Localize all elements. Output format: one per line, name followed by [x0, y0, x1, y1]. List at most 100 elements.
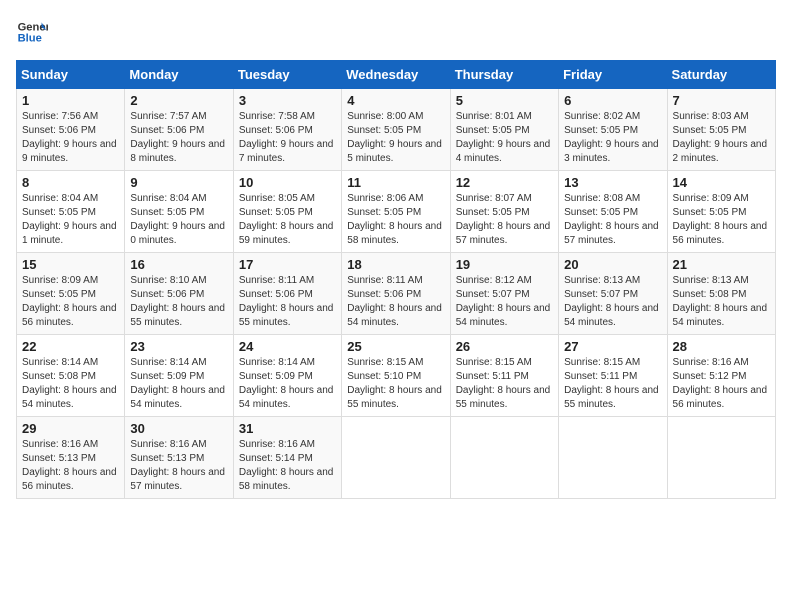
day-info: Sunrise: 8:09 AM Sunset: 5:05 PM Dayligh… — [673, 192, 770, 248]
calendar-table: SundayMondayTuesdayWednesdayThursdayFrid… — [16, 60, 776, 499]
day-number: 1 — [22, 93, 119, 108]
day-info: Sunrise: 8:07 AM Sunset: 5:05 PM Dayligh… — [456, 192, 553, 248]
day-info: Sunrise: 8:15 AM Sunset: 5:11 PM Dayligh… — [564, 356, 661, 412]
day-info: Sunrise: 8:11 AM Sunset: 5:06 PM Dayligh… — [347, 274, 444, 330]
calendar-cell: 9 Sunrise: 8:04 AM Sunset: 5:05 PM Daylig… — [125, 171, 233, 253]
day-number: 20 — [564, 257, 661, 272]
day-number: 2 — [130, 93, 227, 108]
day-info: Sunrise: 8:14 AM Sunset: 5:08 PM Dayligh… — [22, 356, 119, 412]
day-number: 17 — [239, 257, 336, 272]
calendar-cell: 26 Sunrise: 8:15 AM Sunset: 5:11 PM Dayli… — [450, 335, 558, 417]
svg-text:Blue: Blue — [18, 33, 42, 45]
calendar-cell — [667, 417, 775, 499]
day-info: Sunrise: 8:15 AM Sunset: 5:10 PM Dayligh… — [347, 356, 444, 412]
day-number: 23 — [130, 339, 227, 354]
logo: General Blue — [16, 16, 52, 48]
dow-header-wednesday: Wednesday — [342, 61, 450, 89]
day-info: Sunrise: 8:13 AM Sunset: 5:07 PM Dayligh… — [564, 274, 661, 330]
calendar-cell: 19 Sunrise: 8:12 AM Sunset: 5:07 PM Dayli… — [450, 253, 558, 335]
day-info: Sunrise: 8:04 AM Sunset: 5:05 PM Dayligh… — [22, 192, 119, 248]
dow-header-friday: Friday — [559, 61, 667, 89]
day-number: 9 — [130, 175, 227, 190]
day-number: 18 — [347, 257, 444, 272]
page-header: General Blue — [16, 16, 776, 48]
calendar-cell: 17 Sunrise: 8:11 AM Sunset: 5:06 PM Dayli… — [233, 253, 341, 335]
calendar-cell: 27 Sunrise: 8:15 AM Sunset: 5:11 PM Dayli… — [559, 335, 667, 417]
day-info: Sunrise: 8:00 AM Sunset: 5:05 PM Dayligh… — [347, 110, 444, 166]
day-info: Sunrise: 8:16 AM Sunset: 5:12 PM Dayligh… — [673, 356, 770, 412]
day-info: Sunrise: 8:08 AM Sunset: 5:05 PM Dayligh… — [564, 192, 661, 248]
calendar-cell: 14 Sunrise: 8:09 AM Sunset: 5:05 PM Dayli… — [667, 171, 775, 253]
calendar-cell: 22 Sunrise: 8:14 AM Sunset: 5:08 PM Dayli… — [17, 335, 125, 417]
day-number: 8 — [22, 175, 119, 190]
day-number: 14 — [673, 175, 770, 190]
day-info: Sunrise: 7:56 AM Sunset: 5:06 PM Dayligh… — [22, 110, 119, 166]
day-number: 4 — [347, 93, 444, 108]
day-number: 7 — [673, 93, 770, 108]
day-info: Sunrise: 8:03 AM Sunset: 5:05 PM Dayligh… — [673, 110, 770, 166]
day-number: 22 — [22, 339, 119, 354]
calendar-cell: 23 Sunrise: 8:14 AM Sunset: 5:09 PM Dayli… — [125, 335, 233, 417]
logo-icon: General Blue — [16, 16, 48, 48]
day-info: Sunrise: 8:13 AM Sunset: 5:08 PM Dayligh… — [673, 274, 770, 330]
day-number: 19 — [456, 257, 553, 272]
calendar-cell: 18 Sunrise: 8:11 AM Sunset: 5:06 PM Dayli… — [342, 253, 450, 335]
day-number: 3 — [239, 93, 336, 108]
dow-header-monday: Monday — [125, 61, 233, 89]
calendar-cell: 29 Sunrise: 8:16 AM Sunset: 5:13 PM Dayli… — [17, 417, 125, 499]
day-info: Sunrise: 8:10 AM Sunset: 5:06 PM Dayligh… — [130, 274, 227, 330]
day-number: 6 — [564, 93, 661, 108]
calendar-cell: 16Sunrise: 8:10 AM Sunset: 5:06 PM Dayli… — [125, 253, 233, 335]
calendar-cell: 12 Sunrise: 8:07 AM Sunset: 5:05 PM Dayli… — [450, 171, 558, 253]
day-info: Sunrise: 8:04 AM Sunset: 5:05 PM Dayligh… — [130, 192, 227, 248]
day-number: 13 — [564, 175, 661, 190]
dow-header-saturday: Saturday — [667, 61, 775, 89]
day-info: Sunrise: 8:01 AM Sunset: 5:05 PM Dayligh… — [456, 110, 553, 166]
day-number: 27 — [564, 339, 661, 354]
calendar-cell: 7 Sunrise: 8:03 AM Sunset: 5:05 PM Daylig… — [667, 89, 775, 171]
day-number: 26 — [456, 339, 553, 354]
day-info: Sunrise: 8:14 AM Sunset: 5:09 PM Dayligh… — [239, 356, 336, 412]
day-info: Sunrise: 8:14 AM Sunset: 5:09 PM Dayligh… — [130, 356, 227, 412]
day-info: Sunrise: 8:02 AM Sunset: 5:05 PM Dayligh… — [564, 110, 661, 166]
calendar-cell: 15Sunrise: 8:09 AM Sunset: 5:05 PM Dayli… — [17, 253, 125, 335]
day-number: 21 — [673, 257, 770, 272]
calendar-cell: 11 Sunrise: 8:06 AM Sunset: 5:05 PM Dayli… — [342, 171, 450, 253]
calendar-cell: 2 Sunrise: 7:57 AM Sunset: 5:06 PM Daylig… — [125, 89, 233, 171]
day-number: 31 — [239, 421, 336, 436]
calendar-cell — [450, 417, 558, 499]
day-number: 5 — [456, 93, 553, 108]
day-number: 24 — [239, 339, 336, 354]
day-number: 25 — [347, 339, 444, 354]
day-info: Sunrise: 8:06 AM Sunset: 5:05 PM Dayligh… — [347, 192, 444, 248]
calendar-cell: 31 Sunrise: 8:16 AM Sunset: 5:14 PM Dayli… — [233, 417, 341, 499]
day-info: Sunrise: 7:58 AM Sunset: 5:06 PM Dayligh… — [239, 110, 336, 166]
calendar-cell: 10Sunrise: 8:05 AM Sunset: 5:05 PM Dayli… — [233, 171, 341, 253]
dow-header-thursday: Thursday — [450, 61, 558, 89]
day-info: Sunrise: 8:16 AM Sunset: 5:13 PM Dayligh… — [130, 438, 227, 494]
calendar-cell: 8 Sunrise: 8:04 AM Sunset: 5:05 PM Daylig… — [17, 171, 125, 253]
calendar-cell: 3 Sunrise: 7:58 AM Sunset: 5:06 PM Daylig… — [233, 89, 341, 171]
calendar-cell: 4 Sunrise: 8:00 AM Sunset: 5:05 PM Daylig… — [342, 89, 450, 171]
day-number: 12 — [456, 175, 553, 190]
day-number: 29 — [22, 421, 119, 436]
calendar-cell — [559, 417, 667, 499]
day-info: Sunrise: 8:12 AM Sunset: 5:07 PM Dayligh… — [456, 274, 553, 330]
day-number: 10 — [239, 175, 336, 190]
day-number: 28 — [673, 339, 770, 354]
dow-header-tuesday: Tuesday — [233, 61, 341, 89]
day-info: Sunrise: 7:57 AM Sunset: 5:06 PM Dayligh… — [130, 110, 227, 166]
day-number: 15 — [22, 257, 119, 272]
calendar-cell: 28 Sunrise: 8:16 AM Sunset: 5:12 PM Dayli… — [667, 335, 775, 417]
calendar-cell: 6 Sunrise: 8:02 AM Sunset: 5:05 PM Daylig… — [559, 89, 667, 171]
calendar-cell: 25 Sunrise: 8:15 AM Sunset: 5:10 PM Dayli… — [342, 335, 450, 417]
calendar-cell: 13 Sunrise: 8:08 AM Sunset: 5:05 PM Dayli… — [559, 171, 667, 253]
day-number: 11 — [347, 175, 444, 190]
day-info: Sunrise: 8:15 AM Sunset: 5:11 PM Dayligh… — [456, 356, 553, 412]
calendar-cell: 30Sunrise: 8:16 AM Sunset: 5:13 PM Dayli… — [125, 417, 233, 499]
day-info: Sunrise: 8:16 AM Sunset: 5:13 PM Dayligh… — [22, 438, 119, 494]
calendar-cell — [342, 417, 450, 499]
day-info: Sunrise: 8:16 AM Sunset: 5:14 PM Dayligh… — [239, 438, 336, 494]
calendar-cell: 1 Sunrise: 7:56 AM Sunset: 5:06 PM Daylig… — [17, 89, 125, 171]
day-info: Sunrise: 8:11 AM Sunset: 5:06 PM Dayligh… — [239, 274, 336, 330]
